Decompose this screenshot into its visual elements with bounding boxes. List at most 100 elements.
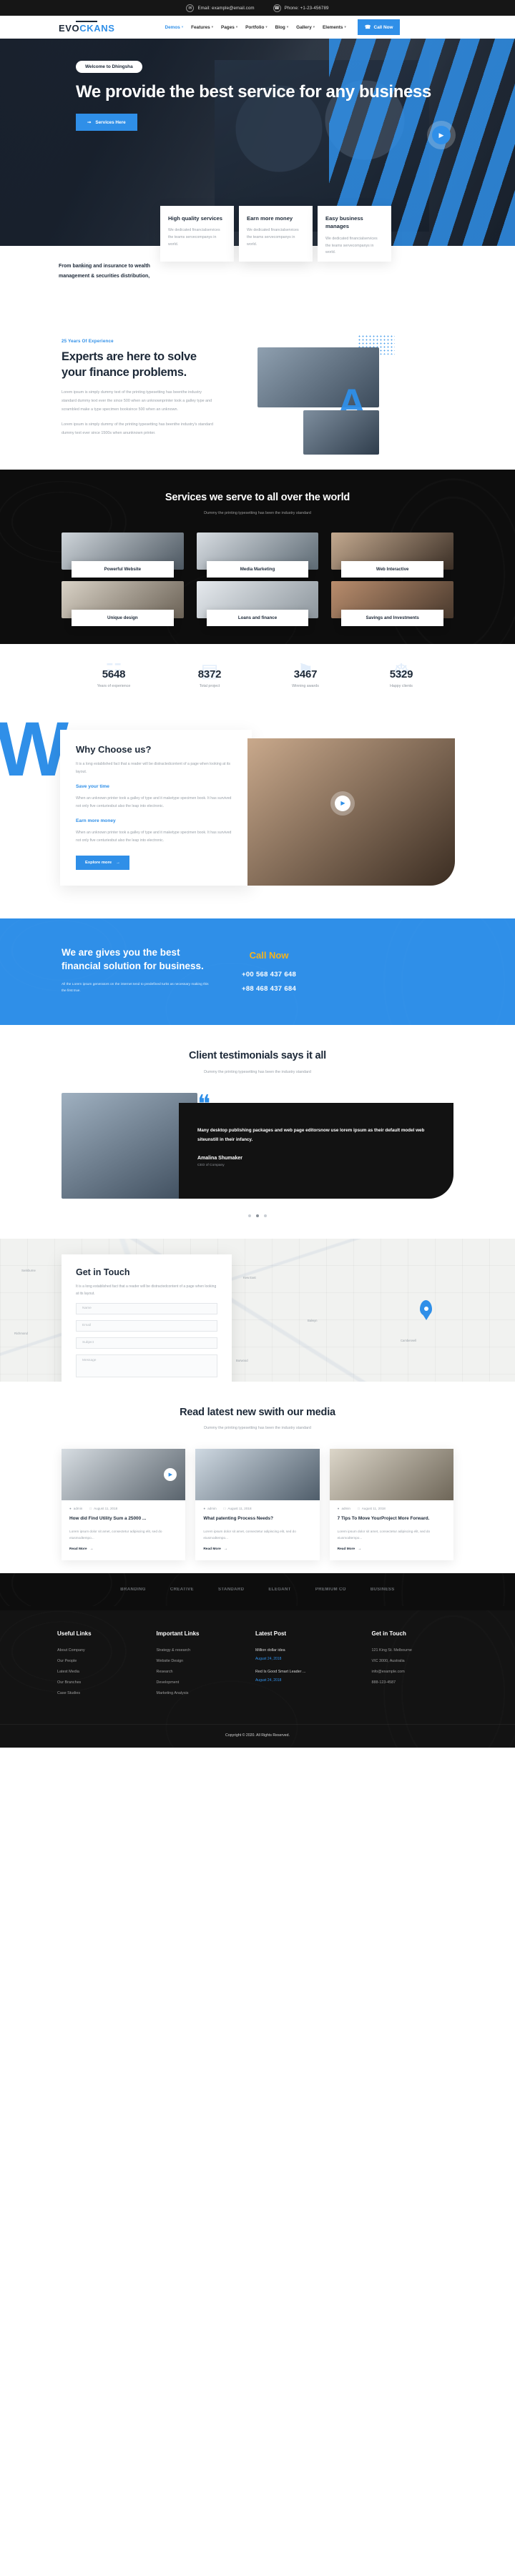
explore-more-button[interactable]: Explore more → [76,855,129,870]
feature-card[interactable]: Easy business manages We dedicated finan… [318,206,391,262]
experts-eyebrow: 25 Years Of Experience [62,339,114,344]
name-field[interactable]: Name [76,1302,217,1314]
footer-heading: Get in Touch [371,1630,406,1638]
pagination-dot-active[interactable] [256,1214,259,1217]
experts-photo-secondary [303,410,379,455]
cta-phone-primary[interactable]: +00 568 437 648 [242,971,296,979]
map-label: Kew East [243,1275,256,1279]
cta-phone-secondary[interactable]: +88 468 437 684 [242,985,296,993]
footer-link[interactable]: Website Design [156,1659,246,1663]
footer-column-important-links: Important Links Strategy & research Webs… [156,1630,246,1695]
experts-paragraph: Lorem ipsum is simply dummy text of the … [62,390,212,412]
counter-value: 5329 [389,668,413,681]
logo-accent: CKANS [79,22,115,34]
footer-phone[interactable]: 888-123-4587 [372,1680,458,1685]
blog-post-image [195,1449,320,1501]
contact-intro: It is a long established fact that a rea… [76,1284,217,1296]
site-logo[interactable]: EVOCKANS [59,21,115,34]
email-field[interactable]: Email [76,1319,217,1332]
hero-play-button[interactable]: ▶ [432,126,451,144]
blog-post-card[interactable]: ● admin □ August 11, 2018 What patenting P… [195,1449,320,1561]
service-card[interactable]: Media Marketing [196,532,319,578]
brand-logo: PREMIUM CO [315,1587,346,1592]
brand-logo: STANDARD [217,1587,245,1592]
footer-link[interactable]: About Company [57,1648,147,1653]
subject-field[interactable]: Subject [76,1337,217,1349]
pagination-dot[interactable] [248,1214,251,1217]
call-now-label: Call Now [373,24,393,30]
nav-item-blog[interactable]: Blog ▾ [275,25,288,30]
nav-item-pages[interactable]: Pages ▾ [221,25,237,30]
message-field[interactable]: Message [76,1354,217,1377]
chevron-down-icon: ▾ [286,25,289,29]
footer-link[interactable]: Our People [57,1659,147,1663]
why-body-2: When an unknown printer took a galley of… [76,830,232,843]
counter-label: Years of experience [97,684,131,689]
footer-post-date: August 24, 2018 [255,1657,282,1662]
footer-email[interactable]: info@example.com [372,1670,458,1674]
footer-link[interactable]: Development [156,1680,246,1685]
testimonial-card: ❝ Many desktop publishing packages and w… [179,1092,453,1199]
service-label: Savings and Investments [341,610,443,627]
service-card[interactable]: Savings and Investments [331,581,453,627]
feature-card[interactable]: High quality services We dedicated finan… [160,206,234,262]
service-label: Media Marketing [206,561,309,578]
nav-item-demos[interactable]: Demos ▾ [165,25,184,30]
pagination-dot[interactable] [264,1214,267,1217]
hero-services-button[interactable]: ➞ Services Here [76,114,137,132]
service-card[interactable]: Powerful Website [62,532,184,578]
service-label: Loans and finance [206,610,309,627]
counter-label: Total project [199,684,220,689]
chevron-down-icon: ▾ [265,25,268,29]
nav-item-gallery[interactable]: Gallery ▾ [296,25,315,30]
why-choose-video[interactable]: ▶ [247,738,455,886]
footer-address-line: VIC 3000, Australia [371,1659,405,1664]
page-root: ✉ Email: example@email.com ☎ Phone: +1-2… [0,0,515,1748]
logo-bar [76,21,98,22]
footer-link[interactable]: Strategy & research [156,1648,246,1653]
counter-item: ⚑ 3467 Winning awards [277,660,334,688]
phone-icon: ☎ [273,4,281,12]
topbar-email[interactable]: ✉ Email: example@email.com [186,4,255,12]
counter-item: ☷ 5648 Years of experience [85,660,142,689]
footer-post-item[interactable]: Red Is Good Smart Leader ... August 24, … [255,1670,363,1683]
blog-read-more[interactable]: Read More → [195,1541,319,1560]
nav-item-portfolio[interactable]: Portfolio ▾ [245,25,268,30]
copyright-text: Copyright © 2020. All Rights Reserved. [0,1724,515,1748]
contact-section: Swinburne Hawthorn Kew East Balwyn Cambe… [0,1238,515,1382]
chevron-down-icon: ▾ [211,25,213,29]
footer-link[interactable]: Latest Media [57,1670,147,1674]
footer-link[interactable]: Marketing Analysis [156,1691,246,1695]
service-card[interactable]: Web Interactive [331,532,453,578]
footer-heading: Important Links [156,1630,200,1638]
footer-link[interactable]: Our Branches [57,1680,147,1685]
nav-item-elements[interactable]: Elements ▾ [323,25,346,30]
blog-post-card[interactable]: ▶ ● admin □ August 11, 2018 How did Find U… [62,1449,186,1561]
feature-card[interactable]: Earn more money We dedicated financialse… [239,206,313,262]
map-pin-icon[interactable] [420,1299,432,1316]
service-label: Web Interactive [341,561,443,578]
calendar-icon: □ [89,1507,92,1511]
service-label: Unique design [72,610,174,627]
why-choose-card: Why Choose us? It is a long established … [60,730,252,886]
footer-link[interactable]: Research [156,1670,246,1674]
experts-photo-primary: A [258,347,379,425]
topbar-phone[interactable]: ☎ Phone: +1-23-456789 [273,4,329,12]
service-card[interactable]: Loans and finance [196,581,319,627]
cta-title: We are gives you the best financial solu… [62,946,204,972]
call-now-button[interactable]: ☎ Call Now [357,19,401,35]
blog-post-card[interactable]: ● admin □ August 11, 2018 7 Tips To Move Y… [329,1449,453,1561]
service-card[interactable]: Unique design [62,581,184,627]
calendar-icon: □ [223,1507,226,1511]
hero-button-label: Services Here [95,119,126,125]
blog-read-more[interactable]: Read More → [62,1541,185,1560]
nav-item-features[interactable]: Features ▾ [191,25,213,30]
footer-post-item[interactable]: Million dollar idea August 24, 2018 [255,1648,363,1661]
why-play-button[interactable]: ▶ [335,795,351,811]
service-label: Powerful Website [72,561,174,578]
counters-section: ☷ 5648 Years of experience ▤ 8372 Total … [0,644,515,716]
arrow-right-icon: → [89,1547,94,1552]
footer-link[interactable]: Case Studies [57,1691,147,1695]
blog-read-more[interactable]: Read More → [330,1541,453,1560]
blog-play-button[interactable]: ▶ [164,1468,177,1482]
